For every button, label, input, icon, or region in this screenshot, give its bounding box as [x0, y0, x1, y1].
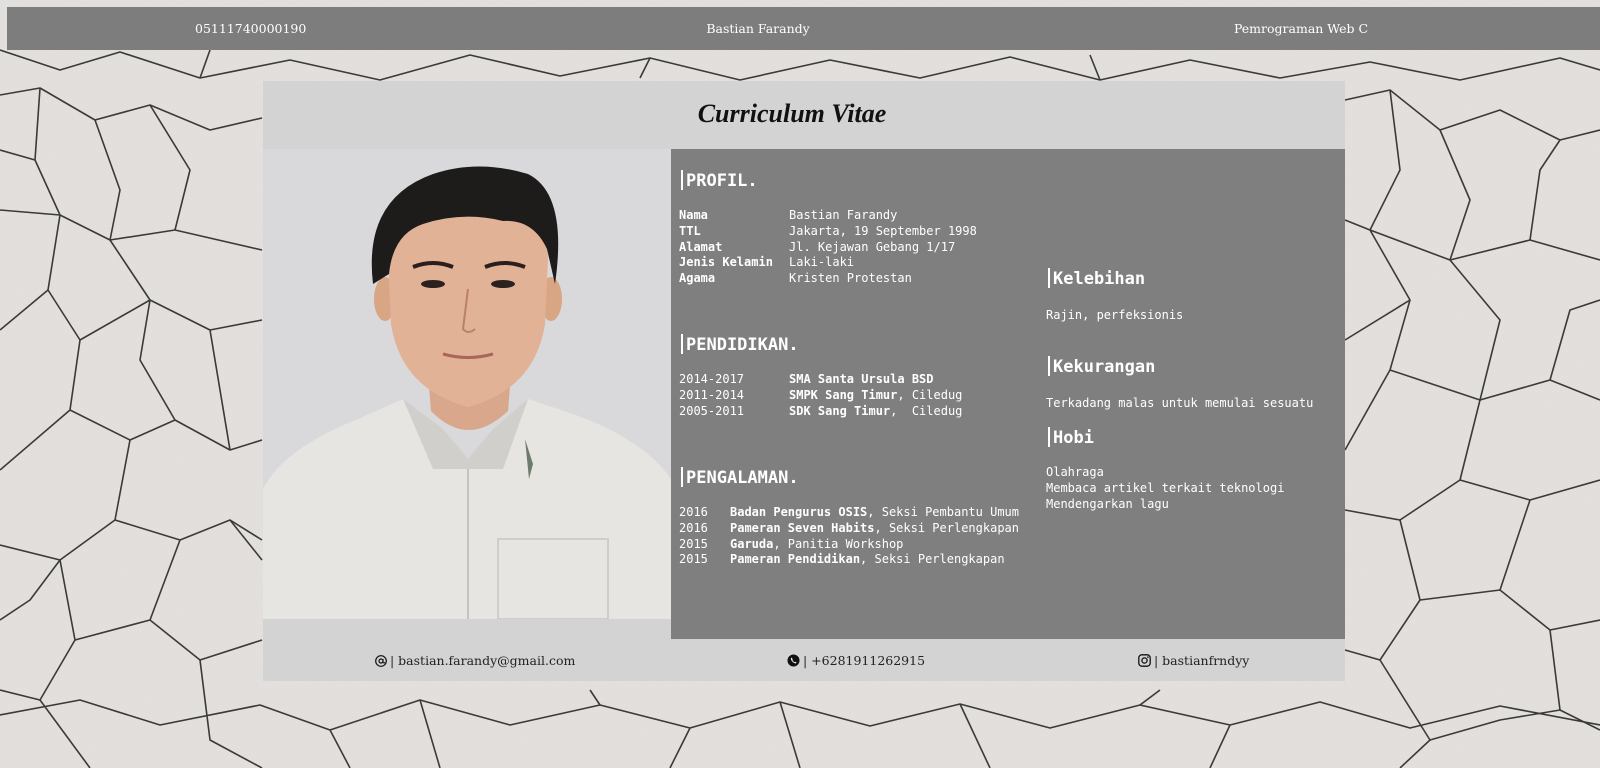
pengalaman-row: 2016 Badan Pengurus OSIS, Seksi Pembantu …: [679, 505, 1019, 519]
cv-card: Curriculum Vitae PROFIL. Nama Bastian Fa…: [263, 81, 1345, 681]
student-name: Bastian Farandy: [706, 21, 810, 36]
profil-row: TTL Jakarta, 19 September 1998: [679, 223, 977, 238]
contact-footer: | bastian.farandy@gmail.com | +628191126…: [263, 639, 1345, 681]
profil-row: Alamat Jl. Kejawan Gebang 1/17: [679, 239, 956, 254]
cv-content-panel: PROFIL. Nama Bastian Farandy TTL Jakarta, …: [671, 149, 1345, 639]
email-icon: [375, 654, 387, 667]
profil-list: Nama Bastian Farandy TTL Jakarta, 19 Septe…: [679, 208, 977, 287]
top-header-bar: 05111740000190 Bastian Farandy Pemrogram…: [7, 7, 1600, 50]
course-name: Pemrograman Web C: [1233, 21, 1369, 36]
hobi-item: Olahraga: [1046, 465, 1104, 479]
phone-contact[interactable]: | +6281911262915: [787, 653, 925, 668]
pengalaman-row: 2015 Garuda, Panitia Workshop: [679, 536, 904, 551]
phone-text: | +6281911262915: [803, 653, 926, 668]
section-title-pendidikan: PENDIDIKAN.: [681, 334, 799, 355]
section-title-profil: PROFIL.: [681, 170, 758, 191]
pendidikan-row: 2014-2017 SMA Santa Ursula BSD: [679, 372, 934, 386]
section-title-kelebihan: Kelebihan: [1048, 268, 1145, 289]
pengalaman-list: 2016 Badan Pengurus OSIS, Seksi Pembantu …: [679, 505, 1019, 568]
profil-row: Agama Kristen Protestan: [679, 271, 912, 286]
instagram-icon: [1138, 654, 1151, 667]
profil-row: Nama Bastian Farandy: [679, 208, 898, 222]
pendidikan-row: 2005-2011 SDK Sang Timur, Ciledug: [679, 403, 963, 418]
hobi-item: Membaca artikel terkait teknologi: [1046, 480, 1285, 495]
pendidikan-row: 2011-2014 SMPK Sang Timur, Ciledug: [679, 387, 963, 402]
section-title-pengalaman: PENGALAMAN.: [681, 467, 799, 488]
profile-photo: [263, 149, 671, 619]
page-title: Curriculum Vitae: [697, 99, 887, 128]
kelebihan-text: Rajin, perfeksionis: [1046, 308, 1184, 322]
instagram-contact[interactable]: | bastianfrndyy: [1138, 653, 1249, 668]
student-id: 05111740000190: [195, 21, 307, 36]
instagram-text: | bastianfrndyy: [1154, 653, 1250, 668]
hobi-list: Olahraga Membaca artikel terkait teknolo…: [1046, 465, 1284, 512]
kekurangan-text: Terkadang malas untuk memulai sesuatu: [1046, 396, 1314, 410]
section-title-kekurangan: Kekurangan: [1048, 356, 1155, 377]
whatsapp-icon: [787, 654, 800, 667]
pengalaman-row: 2016 Pameran Seven Habits, Seksi Perlengk…: [679, 520, 1019, 535]
email-contact[interactable]: | bastian.farandy@gmail.com: [375, 653, 575, 668]
section-title-hobi: Hobi: [1048, 427, 1094, 448]
email-text: | bastian.farandy@gmail.com: [390, 653, 576, 668]
pengalaman-row: 2015 Pameran Pendidikan, Seksi Perlengkap…: [679, 552, 1005, 567]
profil-row: Jenis Kelamin Laki-laki: [679, 255, 855, 270]
hobi-item: Mendengarkan lagu: [1046, 496, 1169, 511]
pendidikan-list: 2014-2017 SMA Santa Ursula BSD 2011-2014 S…: [679, 372, 962, 419]
